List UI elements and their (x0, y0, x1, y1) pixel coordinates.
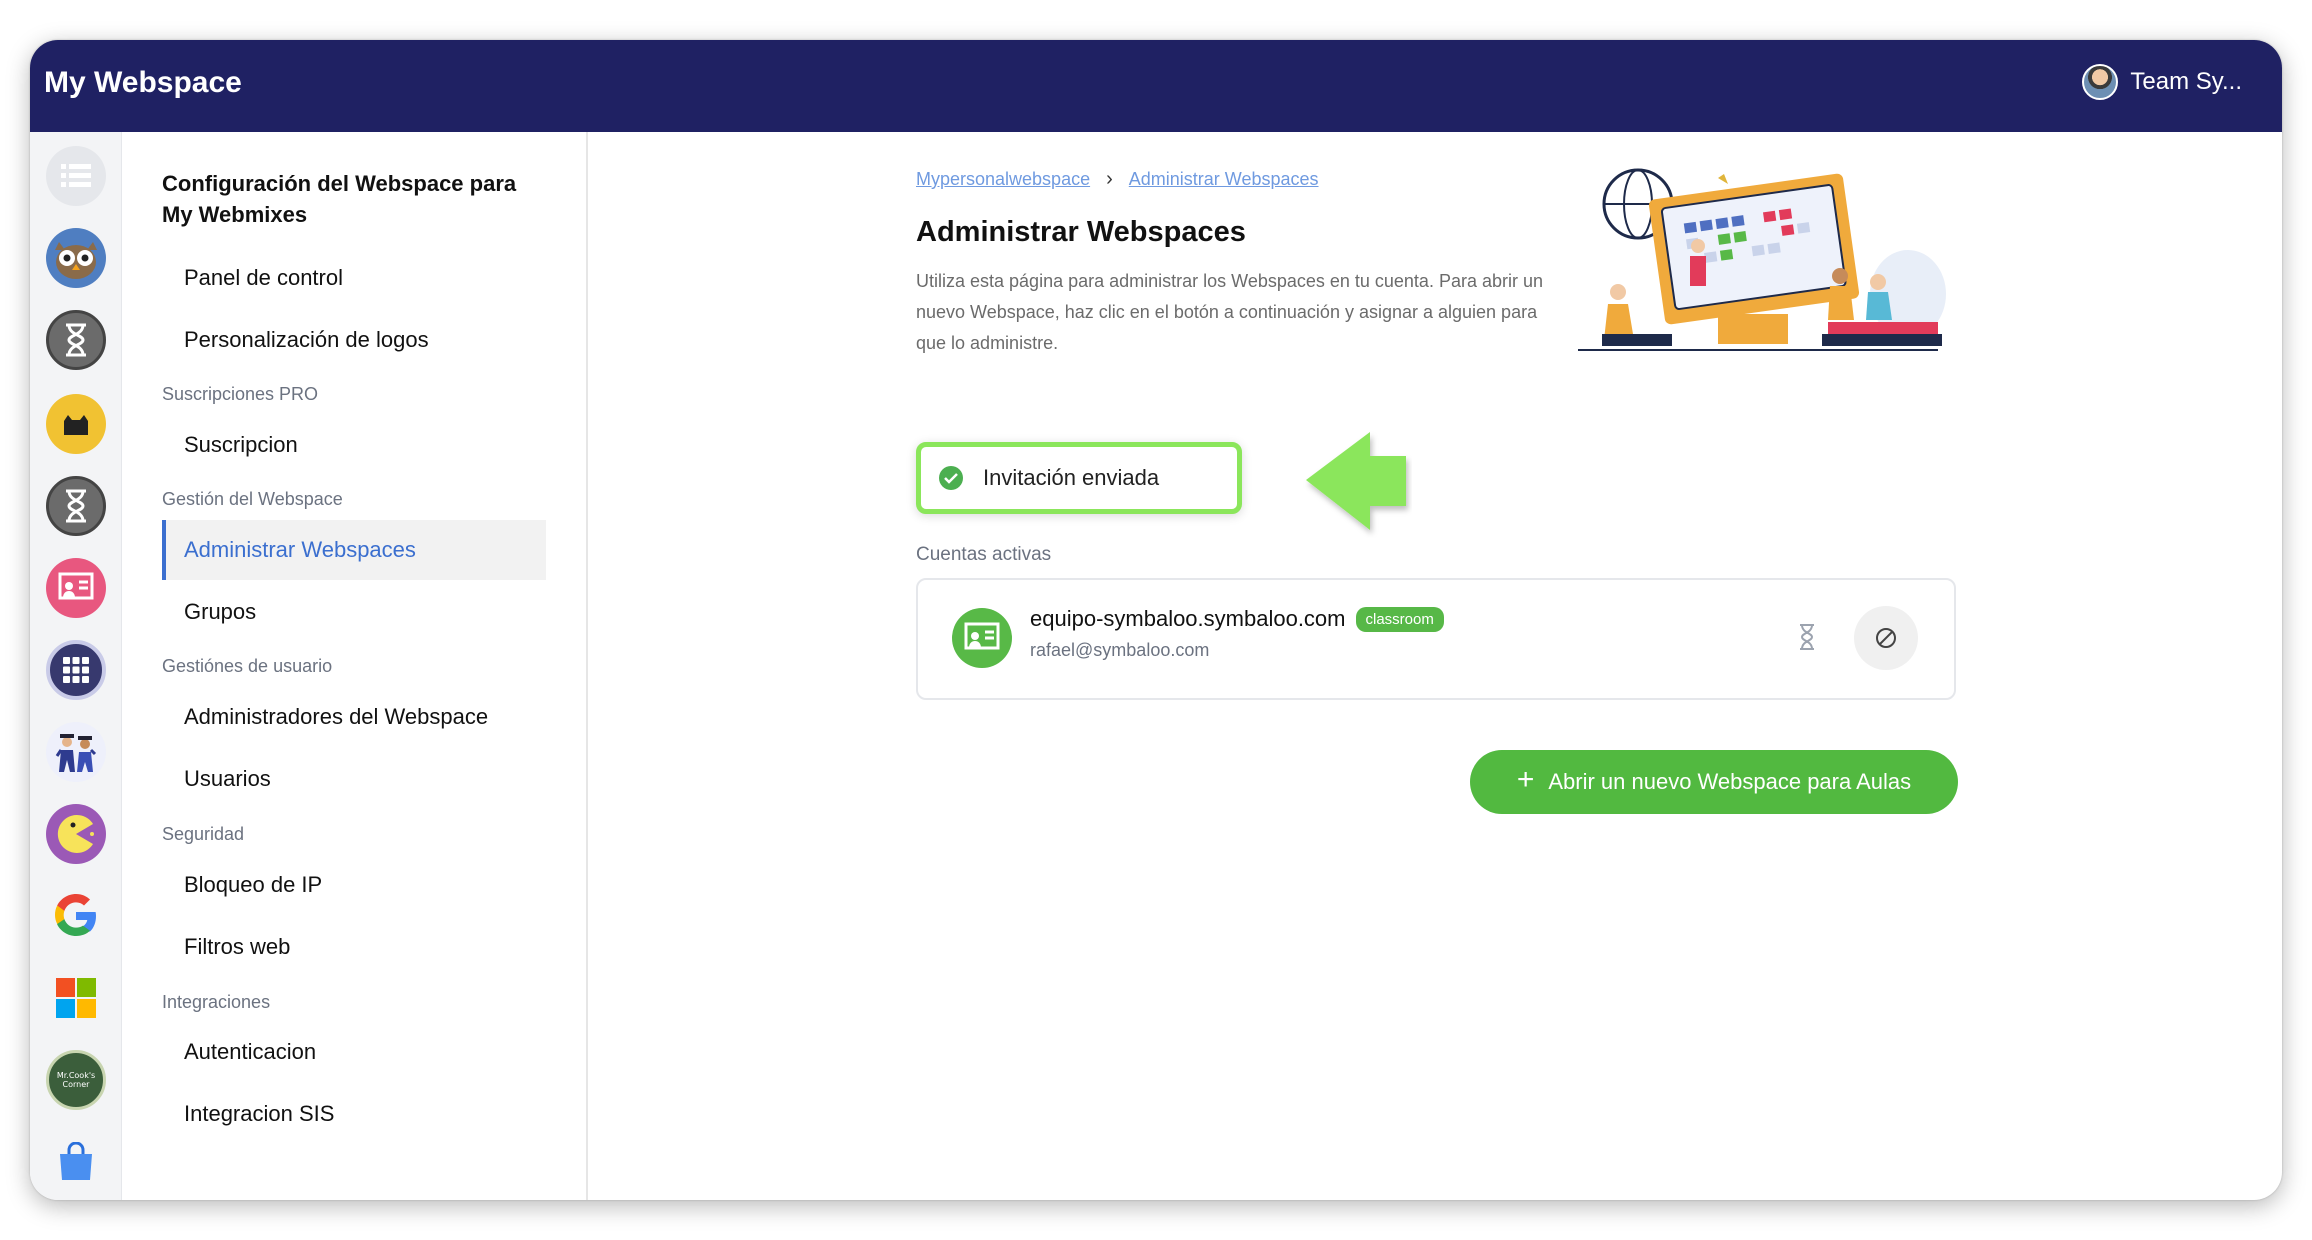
sidebar-item-grupos[interactable]: Grupos (162, 582, 546, 642)
classroom-badge: classroom (1355, 606, 1444, 632)
sidebar-item-administrar-webspaces[interactable]: Administrar Webspaces (162, 520, 546, 580)
account-row: equipo-symbaloo.symbaloo.com classroom r… (916, 578, 1956, 700)
section-gestiones-usuario: Gestiónes de usuario (162, 656, 333, 676)
invitation-sent-toast: Invitación enviada (916, 442, 1242, 514)
open-new-webspace-label: Abrir un nuevo Webspace para Aulas (1548, 769, 1912, 794)
sidebar-item-panel-de-control[interactable]: Panel de control (162, 248, 546, 308)
ban-icon (1876, 628, 1896, 648)
sidebar-item-administradores[interactable]: Administradores del Webspace (162, 687, 546, 747)
page-description: Utiliza esta página para administrar los… (916, 271, 1544, 353)
hourglass-icon[interactable] (46, 310, 106, 370)
team-menu[interactable]: Team Sy... (2082, 64, 2242, 100)
windows-icon[interactable] (46, 968, 106, 1028)
classroom-icon[interactable] (46, 558, 106, 618)
sidebar-title: Configuración del Webspace para My Webmi… (162, 171, 517, 227)
breadcrumb-link-home[interactable]: Mypersonalwebspace (916, 169, 1090, 190)
page-title: Administrar Webspaces (916, 216, 1246, 248)
shopping-bag-icon[interactable] (46, 1132, 106, 1192)
breadcrumb-link-current[interactable]: Administrar Webspaces (1129, 169, 1319, 190)
section-suscripciones-pro: Suscripciones PRO (162, 384, 319, 404)
sidebar-item-bloqueo-ip[interactable]: Bloqueo de IP (162, 855, 546, 915)
apps-grid-icon[interactable] (46, 640, 106, 700)
toast-message: Invitación enviada (983, 465, 1160, 490)
account-domain: equipo-symbaloo.symbaloo.com classroom (1030, 606, 1444, 632)
hourglass-icon[interactable] (1798, 624, 1816, 655)
section-integraciones: Integraciones (162, 992, 271, 1012)
top-bar: My Webspace Team Sy... (30, 40, 2282, 132)
sidebar-item-suscripcion[interactable]: Suscripcion (162, 415, 546, 475)
plus-icon: + (1516, 763, 1535, 796)
app-title: My Webspace (44, 66, 242, 99)
webspace-icon-bar: Mr.Cook's Corner (30, 132, 122, 1200)
section-seguridad: Seguridad (162, 824, 245, 844)
account-email: rafael@symbaloo.com (1030, 640, 1210, 660)
open-new-webspace-button[interactable]: + Abrir un nuevo Webspace para Aulas (1470, 750, 1958, 814)
breadcrumb: Mypersonalwebspace › Administrar Webspac… (916, 168, 1319, 191)
team-label: Team Sy... (2130, 68, 2242, 95)
account-domain-text: equipo-symbaloo.symbaloo.com (1030, 606, 1346, 631)
section-gestion-webspace: Gestión del Webspace (162, 489, 343, 509)
main-content: Mypersonalwebspace › Administrar Webspac… (588, 132, 2282, 1200)
mr-cooks-corner-icon[interactable]: Mr.Cook's Corner (46, 1050, 106, 1110)
owl-icon[interactable] (46, 228, 106, 288)
computer-illustration-icon (1578, 168, 1946, 351)
user-avatar (2082, 64, 2119, 100)
sidebar-item-personalizacion-logos[interactable]: Personalización de logos (162, 310, 546, 370)
hourglass-icon[interactable] (46, 476, 106, 536)
sidebar-item-filtros-web[interactable]: Filtros web (162, 917, 546, 977)
settings-sidebar: Configuración del Webspace para My Webmi… (122, 132, 588, 1200)
sidebar-item-usuarios[interactable]: Usuarios (162, 749, 546, 809)
pacman-icon[interactable] (46, 804, 106, 864)
list-icon[interactable] (46, 146, 106, 206)
active-accounts-label: Cuentas activas (916, 544, 1052, 565)
sidebar-item-integracion-sis[interactable]: Integracion SIS (162, 1084, 546, 1144)
classroom-icon (952, 608, 1012, 668)
block-account-button[interactable] (1854, 606, 1918, 670)
google-icon[interactable] (46, 886, 106, 946)
app-window: My Webspace Team Sy... Mr.Cook's Corner … (30, 40, 2282, 1200)
cat-icon[interactable] (46, 394, 106, 454)
pointer-arrow-icon (1306, 432, 1406, 530)
check-circle-icon (939, 466, 963, 490)
sidebar-item-autenticacion[interactable]: Autenticacion (162, 1022, 546, 1082)
chevron-right-icon: › (1106, 168, 1113, 190)
mr-cooks-corner-text: Mr.Cook's Corner (56, 1071, 96, 1089)
graduates-icon[interactable] (46, 722, 106, 782)
